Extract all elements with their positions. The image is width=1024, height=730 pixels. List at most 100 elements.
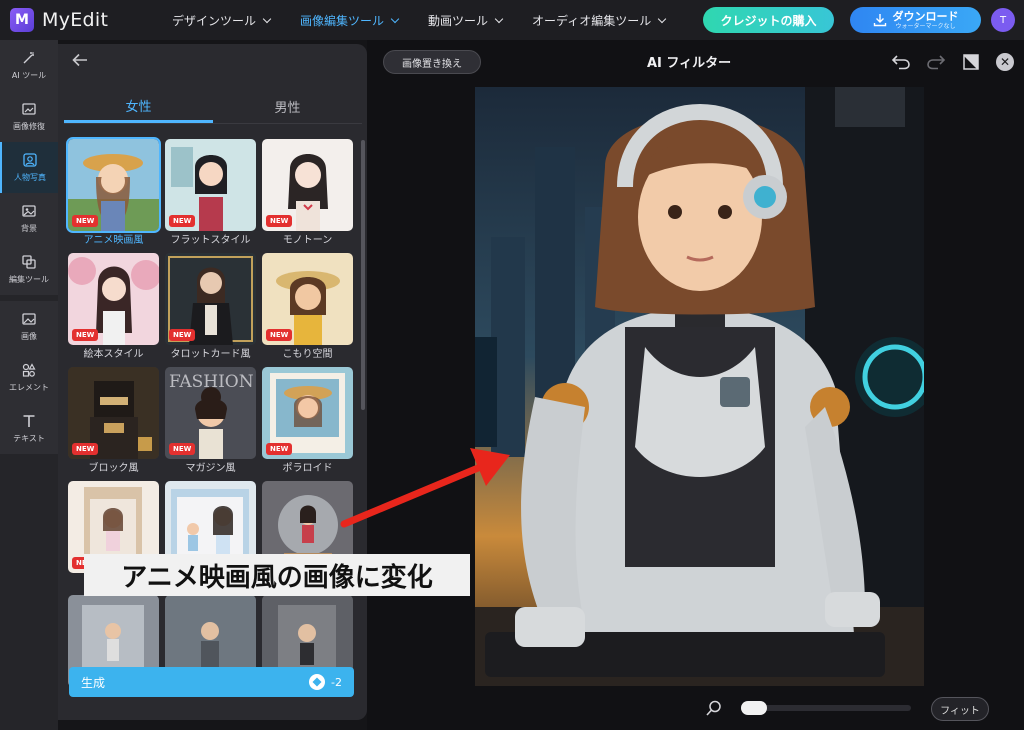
style-label: ポラロイド [282, 463, 333, 474]
nav-image-editing[interactable]: 画像編集ツール [300, 12, 400, 29]
nav-audio-tools[interactable]: オーディオ編集ツール [532, 12, 667, 29]
page-title: AI フィルター [647, 56, 732, 71]
tab-male[interactable]: 男性 [213, 90, 362, 123]
style-label: 絵本スタイル [83, 349, 144, 360]
nav-label: デザインツール [172, 13, 257, 28]
new-badge: NEW [266, 443, 293, 455]
style-thumbnail: FASHION NEW [165, 367, 256, 459]
edit-tools-icon [22, 255, 36, 269]
style-thumbnail: NEW [66, 137, 161, 233]
rail-label: AI ツール [11, 71, 47, 80]
style-card-magazine[interactable]: FASHION NEW マガジン風 [165, 367, 256, 481]
buy-credits-button[interactable]: クレジットの購入 [703, 7, 834, 33]
panel-scrollbar[interactable] [361, 140, 365, 410]
nav-label: オーディオ編集ツール [532, 13, 652, 28]
tab-female[interactable]: 女性 [64, 90, 213, 123]
elements-icon [22, 363, 36, 377]
style-card-picture-book[interactable]: NEW 絵本スタイル [68, 253, 159, 367]
style-label: モノトーン [282, 235, 333, 246]
rail-item-image[interactable]: 画像 [0, 301, 58, 352]
style-card-cozy-space[interactable]: NEW こもり空間 [262, 253, 353, 367]
style-label: ブロック風 [88, 463, 139, 474]
download-sublabel: ウォーターマークなし [895, 22, 956, 30]
style-grid: NEW アニメ映画風 NEW フラットスタイル NEW モノトーン NEW 絵本… [66, 137, 356, 709]
close-icon: ✕ [996, 53, 1014, 71]
user-avatar[interactable]: T [991, 8, 1015, 32]
replace-image-button[interactable]: 画像置き換え [383, 50, 481, 74]
style-card-monotone[interactable]: NEW モノトーン [262, 139, 353, 253]
new-badge: NEW [72, 329, 99, 341]
magic-wand-icon [23, 52, 34, 64]
download-icon [873, 14, 886, 27]
zoom-slider-handle[interactable] [741, 701, 767, 715]
style-thumbnail: NEW [68, 367, 159, 459]
tool-rail: AI ツール 画像修復 人物写真 背景 編集ツール 画像 エレメント テキスト [0, 40, 58, 730]
app-root: M MyEdit デザインツール 画像編集ツール 動画ツール オーディオ編集ツー… [0, 0, 1024, 730]
fit-button[interactable]: フィット [931, 697, 989, 721]
logo[interactable]: M MyEdit [10, 8, 108, 32]
new-badge: NEW [266, 215, 293, 227]
style-card-polaroid[interactable]: NEW ポラロイド [262, 367, 353, 481]
new-badge: NEW [169, 215, 196, 227]
image-repair-icon [22, 103, 36, 115]
nav-video-tools[interactable]: 動画ツール [428, 12, 504, 29]
rail-item-image-repair[interactable]: 画像修復 [0, 91, 58, 142]
rail-label: 編集ツール [9, 275, 49, 284]
nav-label: 画像編集ツール [300, 13, 385, 28]
rail-group-assets: 画像 エレメント テキスト [0, 301, 58, 454]
new-badge: NEW [169, 329, 196, 341]
generate-button[interactable]: 生成 -2 [69, 667, 354, 697]
chevron-down-icon [390, 14, 400, 23]
annotation-callout: アニメ映画風の画像に変化 [84, 554, 470, 596]
rail-item-ai-tools[interactable]: AI ツール [0, 40, 58, 91]
rail-item-background[interactable]: 背景 [0, 193, 58, 244]
rail-label: 画像修復 [13, 122, 45, 131]
rail-label: テキスト [13, 434, 45, 443]
style-label: タロットカード風 [170, 349, 251, 360]
new-badge: NEW [72, 215, 99, 227]
nav-label: 動画ツール [428, 13, 489, 28]
new-badge: NEW [72, 443, 99, 455]
chevron-down-icon [262, 14, 272, 23]
style-card-tarot[interactable]: NEW タロットカード風 [165, 253, 256, 367]
new-badge: NEW [169, 443, 196, 455]
gender-tabs: 女性 男性 [64, 90, 362, 124]
rail-item-text[interactable]: テキスト [0, 403, 58, 454]
main-nav: デザインツール 画像編集ツール 動画ツール オーディオ編集ツール [172, 0, 667, 40]
style-label: フラットスタイル [170, 235, 251, 246]
style-thumbnail: NEW [262, 367, 353, 459]
rail-item-elements[interactable]: エレメント [0, 352, 58, 403]
style-thumbnail: NEW [262, 139, 353, 231]
redo-icon[interactable] [925, 51, 947, 73]
canvas-area: 画像置き換え AI フィルター ✕ フィット [367, 40, 1024, 730]
text-icon [23, 415, 35, 427]
style-label: アニメ映画風 [83, 235, 144, 246]
rail-item-edit-tools[interactable]: 編集ツール [0, 244, 58, 295]
new-badge: NEW [266, 329, 293, 341]
zoom-search-icon[interactable] [705, 699, 723, 717]
zoom-control [705, 699, 723, 717]
compare-icon[interactable] [960, 51, 982, 73]
top-bar: M MyEdit デザインツール 画像編集ツール 動画ツール オーディオ編集ツー… [0, 0, 1024, 40]
undo-icon[interactable] [890, 51, 912, 73]
image-icon [22, 313, 36, 325]
style-card-anime-film[interactable]: NEW アニメ映画風 [66, 137, 161, 253]
rail-label: 画像 [21, 332, 37, 341]
style-thumbnail: NEW [165, 253, 256, 345]
background-icon [22, 205, 36, 217]
close-button[interactable]: ✕ [994, 51, 1016, 73]
app-name: MyEdit [42, 9, 109, 31]
rail-item-portrait[interactable]: 人物写真 [0, 142, 58, 193]
download-button[interactable]: ダウンロード ウォーターマークなし [850, 7, 981, 33]
nav-design-tools[interactable]: デザインツール [172, 12, 272, 29]
chevron-down-icon [494, 14, 504, 23]
style-label: こもり空間 [282, 349, 333, 360]
style-thumbnail: NEW [262, 253, 353, 345]
style-card-flat[interactable]: NEW フラットスタイル [165, 139, 256, 253]
style-label: マガジン風 [185, 463, 236, 474]
portrait-icon [23, 153, 37, 167]
back-arrow-icon[interactable] [72, 52, 88, 71]
style-card-block[interactable]: NEW ブロック風 [68, 367, 159, 481]
credit-gem-icon [309, 674, 326, 690]
rail-label: 人物写真 [14, 173, 46, 182]
